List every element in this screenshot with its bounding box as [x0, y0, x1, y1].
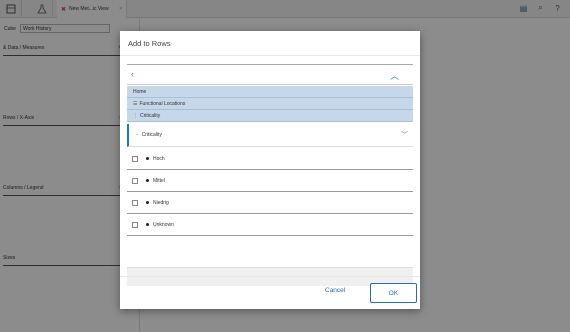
breadcrumb-label: Functional Locations: [139, 100, 186, 107]
item-label: Hoch: [153, 155, 165, 162]
item-checkbox[interactable]: [132, 177, 138, 184]
list-item[interactable]: Hoch: [127, 148, 413, 170]
item-checkbox[interactable]: [132, 155, 138, 162]
divider: [120, 55, 420, 56]
bullet-icon: [146, 157, 149, 160]
chevron-up-icon[interactable]: ︿: [390, 69, 399, 82]
list-item[interactable]: Mittel: [127, 170, 413, 192]
chevron-left-icon[interactable]: ‹: [131, 69, 134, 79]
bullet-icon: [146, 201, 149, 204]
breadcrumb-home[interactable]: Home: [127, 86, 413, 98]
navigation-row: ‹ ︿: [127, 65, 413, 85]
member-browser: ‹ ︿ Home ☰ Functional Locations ⋮ Critic…: [127, 64, 413, 286]
breadcrumb-label: Criticality: [140, 112, 161, 119]
list-icon: ☰: [133, 100, 138, 107]
dialog-title: Add to Rows: [128, 39, 171, 48]
item-label: Unknown: [153, 221, 174, 228]
selected-level-label: Criticality: [141, 132, 162, 138]
divider: [120, 276, 420, 277]
item-checkbox[interactable]: [132, 199, 138, 206]
selected-level-row[interactable]: - Criticality ﹀: [127, 124, 413, 147]
chevron-down-icon[interactable]: ﹀: [401, 130, 408, 140]
hierarchy-icon: ⋮: [133, 112, 138, 119]
cancel-button[interactable]: Cancel: [325, 287, 345, 294]
collapse-icon: -: [136, 132, 138, 138]
add-to-rows-dialog: Add to Rows ‹ ︿ Home ☰ Functional Locati…: [120, 31, 420, 309]
bullet-icon: [146, 223, 149, 226]
bullet-icon: [146, 179, 149, 182]
list-item[interactable]: Unknown: [127, 214, 413, 236]
breadcrumb-label: Home: [133, 88, 147, 95]
item-label: Niedrig: [153, 199, 169, 206]
breadcrumb-criticality[interactable]: ⋮ Criticality: [127, 110, 413, 122]
ok-button[interactable]: OK: [370, 283, 417, 303]
item-label: Mittel: [153, 177, 165, 184]
item-checkbox[interactable]: [132, 221, 138, 228]
list-item[interactable]: Niedrig: [127, 192, 413, 214]
breadcrumb-functional-locations[interactable]: ☰ Functional Locations: [127, 98, 413, 110]
